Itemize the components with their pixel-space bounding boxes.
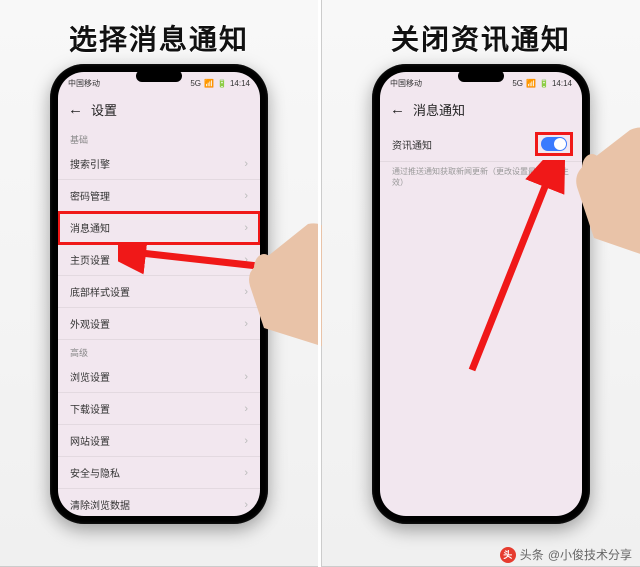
- row-label: 外观设置: [70, 316, 110, 331]
- camera-notch: [136, 70, 182, 82]
- row-label: 安全与隐私: [70, 465, 120, 480]
- settings-row[interactable]: 浏览设置 ›: [58, 361, 260, 393]
- chevron-right-icon: ›: [244, 403, 248, 415]
- chevron-right-icon: ›: [244, 467, 248, 479]
- toggle-label: 资讯通知: [392, 137, 432, 152]
- chevron-right-icon: ›: [244, 158, 248, 170]
- brand-label: 头条: [520, 546, 544, 563]
- caption-left: 选择消息通知: [0, 18, 318, 58]
- section-header: 基础: [58, 127, 260, 148]
- panel-divider: [318, 0, 321, 567]
- row-label: 搜索引擎: [70, 156, 110, 171]
- settings-row[interactable]: 搜索引擎 ›: [58, 148, 260, 180]
- signal-icon: 📶: [526, 79, 536, 88]
- row-label: 下载设置: [70, 401, 110, 416]
- chevron-right-icon: ›: [244, 435, 248, 447]
- clock-label: 14:14: [552, 79, 572, 88]
- signal-icon: 📶: [204, 79, 214, 88]
- carrier-label: 中国移动: [68, 78, 100, 89]
- back-icon[interactable]: ←: [390, 102, 405, 117]
- chevron-right-icon: ›: [244, 371, 248, 383]
- battery-icon: 🔋: [539, 79, 549, 88]
- settings-row[interactable]: 下载设置 ›: [58, 393, 260, 425]
- row-label: 清除浏览数据: [70, 497, 130, 512]
- row-label: 网站设置: [70, 433, 110, 448]
- settings-row[interactable]: 网站设置 ›: [58, 425, 260, 457]
- title-bar: ← 设置: [58, 94, 260, 127]
- watermark: 头 头条 @小俊技术分享: [500, 546, 632, 563]
- network-label: 5G: [512, 79, 523, 88]
- camera-notch: [458, 70, 504, 82]
- network-label: 5G: [190, 79, 201, 88]
- back-icon[interactable]: ←: [68, 102, 83, 117]
- battery-icon: 🔋: [217, 79, 227, 88]
- panel-left: 选择消息通知 中国移动 5G 📶 🔋 14:14 ← 设置 基础搜索引擎›密码管…: [0, 0, 318, 566]
- row-label: 浏览设置: [70, 369, 110, 384]
- chevron-right-icon: ›: [244, 190, 248, 202]
- panel-right: 关闭资讯通知 中国移动 5G 📶 🔋 14:14 ← 消息通知 资讯通知: [322, 0, 640, 566]
- toutiao-logo-icon: 头: [500, 547, 516, 563]
- row-label: 底部样式设置: [70, 284, 130, 299]
- carrier-label: 中国移动: [390, 78, 422, 89]
- settings-row[interactable]: 清除浏览数据 ›: [58, 489, 260, 516]
- row-label: 消息通知: [70, 220, 110, 235]
- row-label: 密码管理: [70, 188, 110, 203]
- clock-label: 14:14: [230, 79, 250, 88]
- row-label: 主页设置: [70, 252, 110, 267]
- author-label: @小俊技术分享: [548, 546, 632, 563]
- caption-right: 关闭资讯通知: [322, 18, 640, 58]
- chevron-right-icon: ›: [244, 499, 248, 511]
- settings-row[interactable]: 密码管理 ›: [58, 180, 260, 212]
- page-title: 设置: [91, 100, 117, 119]
- settings-row[interactable]: 安全与隐私 ›: [58, 457, 260, 489]
- page-title: 消息通知: [413, 100, 465, 119]
- pointing-hand: [540, 120, 640, 260]
